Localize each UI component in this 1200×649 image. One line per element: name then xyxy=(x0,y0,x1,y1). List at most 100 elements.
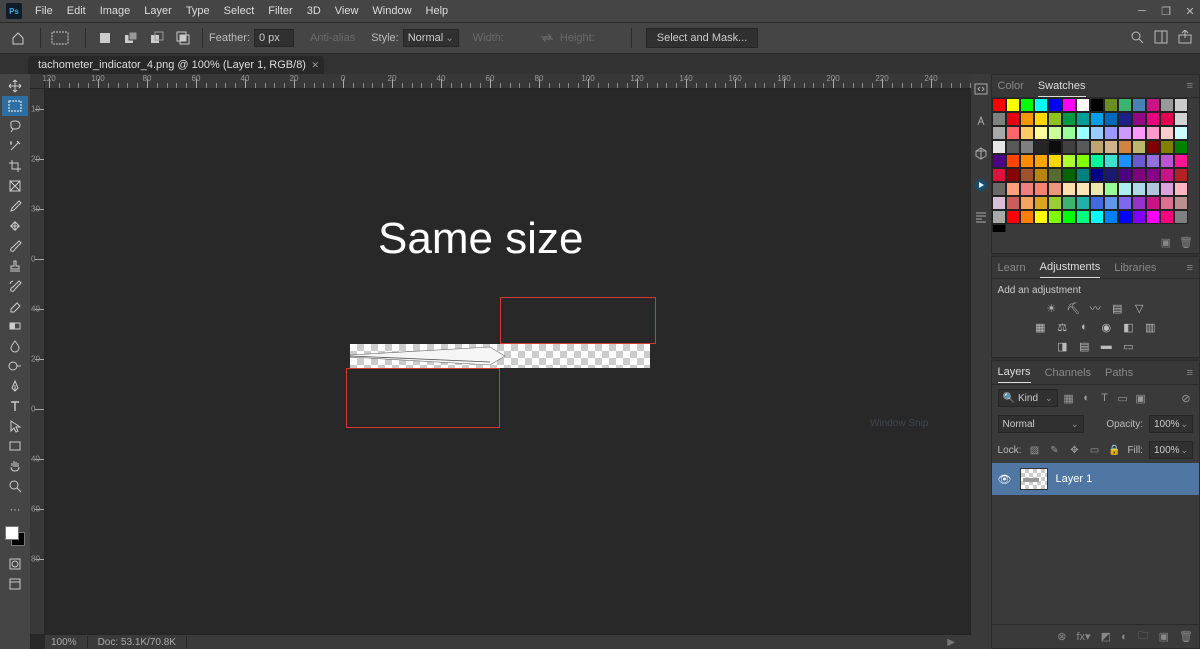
swatch-cell[interactable] xyxy=(1160,126,1174,140)
swatch-cell[interactable] xyxy=(1034,112,1048,126)
swatch-cell[interactable] xyxy=(1034,154,1048,168)
swatch-cell[interactable] xyxy=(1006,196,1020,210)
swatch-cell[interactable] xyxy=(1006,140,1020,154)
history-panel-icon[interactable] xyxy=(972,80,990,98)
swatch-cell[interactable] xyxy=(1076,98,1090,112)
layer-row-1[interactable]: 👁 Layer 1 xyxy=(992,463,1199,495)
swatches-tab[interactable]: Swatches xyxy=(1038,76,1086,97)
swatch-cell[interactable] xyxy=(1076,140,1090,154)
swatch-cell[interactable] xyxy=(1048,196,1062,210)
swatch-cell[interactable] xyxy=(1090,196,1104,210)
swatch-cell[interactable] xyxy=(1132,154,1146,168)
filter-pixel-icon[interactable]: ▦ xyxy=(1062,391,1076,405)
swatch-cell[interactable] xyxy=(1118,126,1132,140)
zoom-tool[interactable] xyxy=(2,476,28,496)
swatch-cell[interactable] xyxy=(1048,154,1062,168)
menu-filter[interactable]: Filter xyxy=(261,5,299,17)
selection-intersect-icon[interactable] xyxy=(172,28,194,48)
path-select-tool[interactable] xyxy=(2,416,28,436)
share-icon[interactable] xyxy=(1178,30,1192,47)
swatch-cell[interactable] xyxy=(1160,196,1174,210)
invert-icon[interactable]: ◨ xyxy=(1054,339,1070,353)
link-layers-icon[interactable]: ⊗ xyxy=(1057,630,1066,643)
swatch-cell[interactable] xyxy=(1020,168,1034,182)
swatch-cell[interactable] xyxy=(1034,126,1048,140)
swatch-cell[interactable] xyxy=(1174,140,1188,154)
swatch-cell[interactable] xyxy=(1062,112,1076,126)
close-button[interactable]: ✕ xyxy=(1184,5,1196,17)
menu-window[interactable]: Window xyxy=(365,5,418,17)
swatch-cell[interactable] xyxy=(1104,196,1118,210)
heal-tool[interactable] xyxy=(2,216,28,236)
swatch-cell[interactable] xyxy=(1090,168,1104,182)
swatch-cell[interactable] xyxy=(1006,182,1020,196)
swatch-cell[interactable] xyxy=(1090,126,1104,140)
swatch-cell[interactable] xyxy=(1118,210,1132,224)
posterize-icon[interactable]: ▤ xyxy=(1076,339,1092,353)
workspace-icon[interactable] xyxy=(1154,30,1168,47)
swatch-cell[interactable] xyxy=(1104,98,1118,112)
swatch-cell[interactable] xyxy=(1174,196,1188,210)
swatch-cell[interactable] xyxy=(1118,168,1132,182)
3d-panel-icon[interactable] xyxy=(972,144,990,162)
swatch-cell[interactable] xyxy=(1062,210,1076,224)
swatch-cell[interactable] xyxy=(1104,126,1118,140)
marquee-tool-indicator[interactable] xyxy=(49,28,71,48)
swatch-cell[interactable] xyxy=(1020,112,1034,126)
swatch-cell[interactable] xyxy=(1146,168,1160,182)
swatch-cell[interactable] xyxy=(992,196,1006,210)
swatch-cell[interactable] xyxy=(1034,168,1048,182)
swatch-cell[interactable] xyxy=(1146,196,1160,210)
swatch-cell[interactable] xyxy=(1174,98,1188,112)
swatch-cell[interactable] xyxy=(1076,154,1090,168)
swatch-cell[interactable] xyxy=(1174,168,1188,182)
swatch-cell[interactable] xyxy=(1020,98,1034,112)
swatch-cell[interactable] xyxy=(1034,98,1048,112)
swatch-cell[interactable] xyxy=(1020,140,1034,154)
channels-tab[interactable]: Channels xyxy=(1045,363,1091,383)
move-tool[interactable] xyxy=(2,76,28,96)
new-group-icon[interactable]: 🗀 xyxy=(1138,627,1149,646)
swatch-cell[interactable] xyxy=(1090,182,1104,196)
swatch-cell[interactable] xyxy=(1062,126,1076,140)
swatch-cell[interactable] xyxy=(1034,140,1048,154)
canvas-area[interactable]: 1201008060402002040608010012014016018020… xyxy=(30,74,971,649)
swatch-cell[interactable] xyxy=(1020,154,1034,168)
swatch-cell[interactable] xyxy=(1062,182,1076,196)
swatch-cell[interactable] xyxy=(1076,210,1090,224)
swatch-cell[interactable] xyxy=(1118,98,1132,112)
layer-name[interactable]: Layer 1 xyxy=(1056,473,1093,485)
swatch-cell[interactable] xyxy=(1174,210,1188,224)
swatch-cell[interactable] xyxy=(1160,98,1174,112)
brightness-icon[interactable]: ☀ xyxy=(1043,301,1059,315)
swatch-cell[interactable] xyxy=(1146,112,1160,126)
swatches-menu-icon[interactable]: ≡ xyxy=(1187,80,1193,92)
hue-icon[interactable]: ▦ xyxy=(1032,320,1048,334)
swatch-cell[interactable] xyxy=(1006,98,1020,112)
swatch-cell[interactable] xyxy=(1118,182,1132,196)
swatch-cell[interactable] xyxy=(1090,98,1104,112)
fx-icon[interactable]: fx▾ xyxy=(1076,630,1090,643)
swatch-cell[interactable] xyxy=(1006,154,1020,168)
selection-sub-icon[interactable] xyxy=(146,28,168,48)
lock-artboard-icon[interactable]: ▭ xyxy=(1087,443,1101,457)
swatch-cell[interactable] xyxy=(1006,210,1020,224)
swatch-cell[interactable] xyxy=(992,210,1006,224)
swatch-cell[interactable] xyxy=(1132,210,1146,224)
swatch-cell[interactable] xyxy=(1076,182,1090,196)
swatch-cell[interactable] xyxy=(1132,98,1146,112)
swatch-cell[interactable] xyxy=(1160,154,1174,168)
swatch-cell[interactable] xyxy=(1020,126,1034,140)
screenmode-icon[interactable] xyxy=(2,574,28,594)
swatch-cell[interactable] xyxy=(992,126,1006,140)
lut-icon[interactable]: ▥ xyxy=(1142,320,1158,334)
gradient-tool[interactable] xyxy=(2,316,28,336)
document-tab[interactable]: tachometer_indicator_4.png @ 100% (Layer… xyxy=(28,56,324,74)
swatch-cell[interactable] xyxy=(1104,140,1118,154)
blur-tool[interactable] xyxy=(2,336,28,356)
swatch-cell[interactable] xyxy=(1076,126,1090,140)
swatch-cell[interactable] xyxy=(1104,210,1118,224)
swatch-cell[interactable] xyxy=(1048,98,1062,112)
blend-mode-select[interactable]: Normal xyxy=(998,415,1084,433)
swatch-cell[interactable] xyxy=(1146,126,1160,140)
